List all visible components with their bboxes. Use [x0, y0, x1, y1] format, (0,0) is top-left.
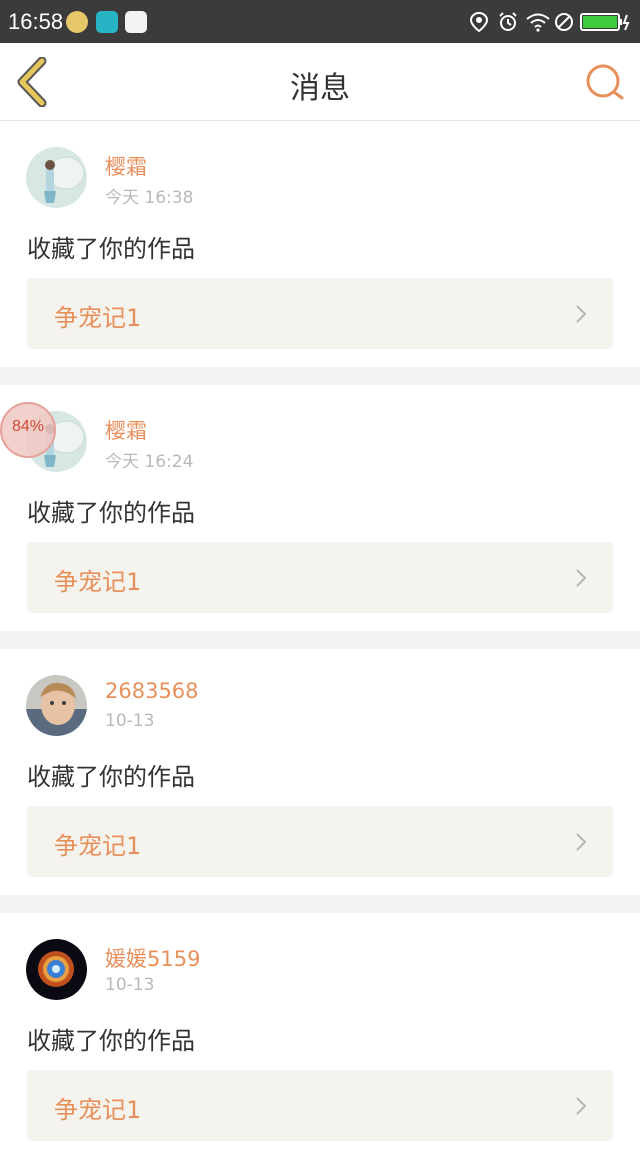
battery-icon	[580, 13, 630, 31]
status-time: 16:58	[8, 9, 64, 34]
floating-badge-label: 84%	[11, 418, 45, 435]
dnd-icon	[555, 13, 573, 31]
message-time: 今天 16:38	[105, 188, 194, 208]
message-time: 今天 16:24	[105, 452, 194, 472]
alarm-icon	[499, 12, 517, 31]
work-link[interactable]: 争宠记1	[27, 278, 613, 349]
app-icon-2	[96, 11, 118, 33]
chevron-right-icon	[576, 833, 587, 851]
status-bar: 16:58	[0, 0, 640, 43]
username[interactable]: 媛媛5159	[105, 943, 200, 973]
search-icon[interactable]	[584, 61, 626, 103]
app-icon-3	[125, 11, 147, 33]
wifi-icon	[526, 13, 550, 32]
avatar[interactable]	[26, 675, 87, 736]
message-card: 媛媛5159 10-13 收藏了你的作品 争宠记1	[0, 913, 640, 1159]
app-icon-1	[66, 11, 88, 33]
avatar[interactable]	[26, 147, 87, 208]
message-card: 2683568 10-13 收藏了你的作品 争宠记1	[0, 649, 640, 895]
message-time: 10-13	[105, 975, 155, 995]
message-action: 收藏了你的作品	[27, 235, 195, 263]
app-header: 消息	[0, 43, 640, 121]
work-title: 争宠记1	[54, 832, 142, 860]
message-time: 10-13	[105, 711, 155, 731]
username[interactable]: 2683568	[105, 679, 199, 703]
chevron-right-icon	[576, 305, 587, 323]
username[interactable]: 樱霜	[105, 151, 147, 181]
chevron-right-icon	[576, 1097, 587, 1115]
page-title: 消息	[290, 71, 350, 106]
avatar[interactable]	[26, 939, 87, 1000]
work-link[interactable]: 争宠记1	[27, 542, 613, 613]
work-link[interactable]: 争宠记1	[27, 1070, 613, 1141]
message-card: 樱霜 今天 16:24 收藏了你的作品 争宠记1	[0, 385, 640, 631]
work-title: 争宠记1	[54, 304, 142, 332]
username[interactable]: 樱霜	[105, 415, 147, 445]
message-action: 收藏了你的作品	[27, 1027, 195, 1055]
floating-progress-badge[interactable]: 84%	[0, 402, 56, 458]
work-link[interactable]: 争宠记1	[27, 806, 613, 877]
message-action: 收藏了你的作品	[27, 763, 195, 791]
message-card: 樱霜 今天 16:38 收藏了你的作品 争宠记1	[0, 121, 640, 367]
work-title: 争宠记1	[54, 1096, 142, 1124]
location-icon	[470, 12, 488, 32]
work-title: 争宠记1	[54, 568, 142, 596]
message-action: 收藏了你的作品	[27, 499, 195, 527]
chevron-right-icon	[576, 569, 587, 587]
